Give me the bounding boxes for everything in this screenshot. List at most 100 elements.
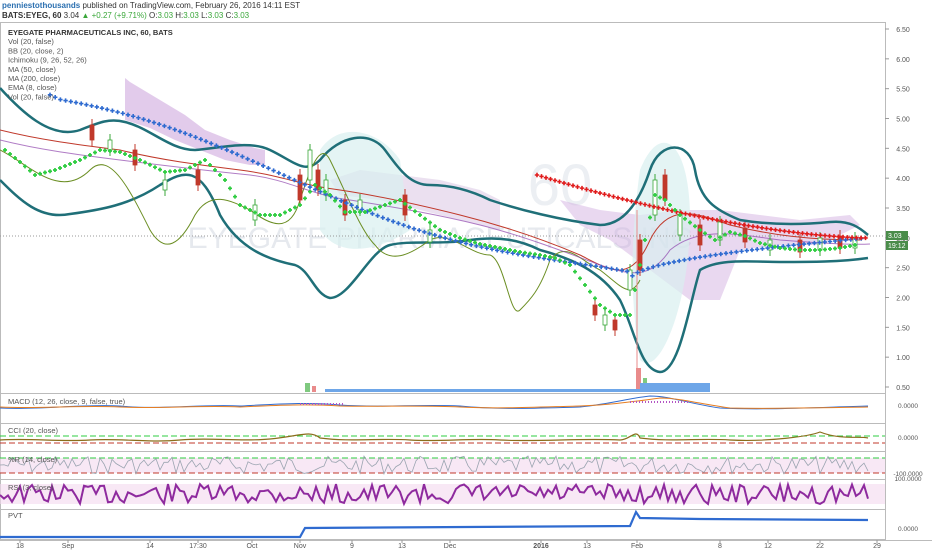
pane-axis-value: 0.0000: [898, 526, 918, 533]
ma-marker: [276, 170, 281, 176]
ema-marker: [158, 167, 162, 172]
ema-marker: [588, 289, 592, 294]
ema-marker: [223, 178, 227, 182]
candle-body: [107, 139, 113, 151]
price-axis[interactable]: 6.506.005.505.004.504.003.503.002.502.00…: [885, 27, 910, 392]
macd-histogram: [300, 401, 690, 405]
ema-marker: [138, 158, 142, 162]
ma-marker: [620, 196, 625, 202]
ema-marker: [558, 258, 562, 263]
ema-marker: [618, 313, 622, 317]
ema-marker: [823, 247, 827, 252]
price-tick-label: 1.50: [896, 325, 910, 332]
ema-marker: [808, 248, 812, 252]
candle-body: [592, 304, 598, 316]
ema-marker: [273, 213, 277, 217]
time-tick-label: Nov: [294, 543, 307, 550]
legend-item: MA (200, close): [8, 74, 61, 83]
legend-title: EYEGATE PHARMACEUTICALS INC, 60, BATS: [8, 28, 173, 37]
ema-marker: [68, 162, 72, 166]
ema-marker: [128, 154, 132, 158]
ema-marker: [603, 306, 607, 311]
price-tick-label: 2.00: [896, 296, 910, 303]
ema-marker: [103, 148, 107, 153]
ma-marker: [307, 184, 313, 190]
ma-marker: [609, 266, 614, 271]
ema-marker: [793, 247, 797, 252]
cci-pane: [0, 431, 885, 444]
time-tick-label: 12: [764, 543, 772, 550]
legend-item: MA (50, close): [8, 65, 56, 74]
ma-marker: [281, 173, 287, 178]
ema-marker: [598, 303, 602, 307]
ma-marker: [84, 102, 89, 107]
price-tick-label: 5.50: [896, 87, 910, 94]
ema-marker: [413, 209, 417, 214]
time-axis[interactable]: 18 Sep 14 17:30 Oct Nov 9 13 Dec 2016 13 Feb 8 12 22 29: [16, 540, 881, 550]
legend-item: Vol (20, false): [8, 92, 54, 101]
price-tick-label: 0.50: [896, 385, 910, 392]
ma-marker: [858, 235, 864, 241]
ema-marker: [93, 150, 97, 155]
ma-marker: [68, 99, 73, 104]
time-tick-label: 17:30: [189, 543, 207, 550]
price-tick-label: 6.50: [896, 27, 910, 34]
candle-body: [677, 214, 683, 236]
williams-r-pane: [0, 455, 885, 476]
pane-axis-value: 0.0000: [898, 435, 918, 442]
price-tick-label: 2.50: [896, 266, 910, 273]
pane-axis-value: 100.0000: [894, 476, 921, 483]
ema-marker: [843, 245, 847, 249]
ema-marker: [233, 194, 237, 199]
ma-marker: [606, 193, 612, 198]
ema-marker: [803, 248, 807, 252]
ema-marker: [243, 205, 247, 210]
last-price-tag: 3.03: [888, 233, 902, 240]
ema-marker: [423, 216, 427, 221]
ma-marker: [624, 197, 630, 203]
indicator-legend[interactable]: EYEGATE PHARMACEUTICALS INC, 60, BATSVol…: [8, 28, 173, 101]
legend-item: BB (20, close, 2): [8, 46, 64, 55]
volume-bar: [305, 383, 310, 392]
time-tick-label: 8: [718, 543, 722, 550]
ema-marker: [113, 149, 117, 154]
pane-label: RSI (3, close): [8, 483, 54, 492]
ma-marker: [110, 108, 115, 113]
price-tick-label: 6.00: [896, 57, 910, 64]
ema-marker: [48, 169, 52, 174]
time-tick-label: Oct: [247, 543, 258, 550]
ma-marker: [89, 103, 94, 109]
ema-marker: [288, 208, 292, 212]
ma-marker: [266, 166, 271, 171]
time-tick-label: 22: [816, 543, 824, 550]
ma-marker: [614, 267, 619, 272]
price-tick-label: 1.00: [896, 355, 910, 362]
time-tick-label: 13: [583, 543, 591, 550]
time-tick-label: Sep: [62, 543, 75, 550]
time-tick-label: 9: [350, 543, 354, 550]
price-tick-label: 5.00: [896, 117, 910, 124]
price-chart[interactable]: EYEGATE PHARMACEUTICALS INC 60 6.506.005…: [0, 0, 932, 550]
ema-marker: [63, 164, 67, 168]
pvt-pane: [0, 509, 869, 539]
ema-marker: [593, 296, 597, 301]
ema-marker: [813, 248, 817, 252]
ma-marker: [94, 104, 99, 110]
ema-marker: [578, 276, 582, 281]
ema-marker: [73, 160, 77, 164]
ema-marker: [168, 169, 172, 174]
ema-marker: [218, 173, 222, 177]
time-tick-label: 29: [873, 543, 881, 550]
volume-bars: [305, 368, 710, 392]
ma-marker: [602, 192, 607, 197]
ma-marker: [105, 107, 110, 112]
ema-marker: [53, 168, 57, 172]
ema-marker: [583, 283, 587, 287]
ma-marker: [593, 264, 599, 269]
volume-area: [640, 383, 710, 392]
ema-marker: [608, 309, 612, 314]
ma-marker: [611, 194, 616, 199]
candle-body: [662, 174, 668, 201]
ema-marker: [43, 170, 47, 175]
legend-item: Vol (20, false): [8, 37, 54, 46]
